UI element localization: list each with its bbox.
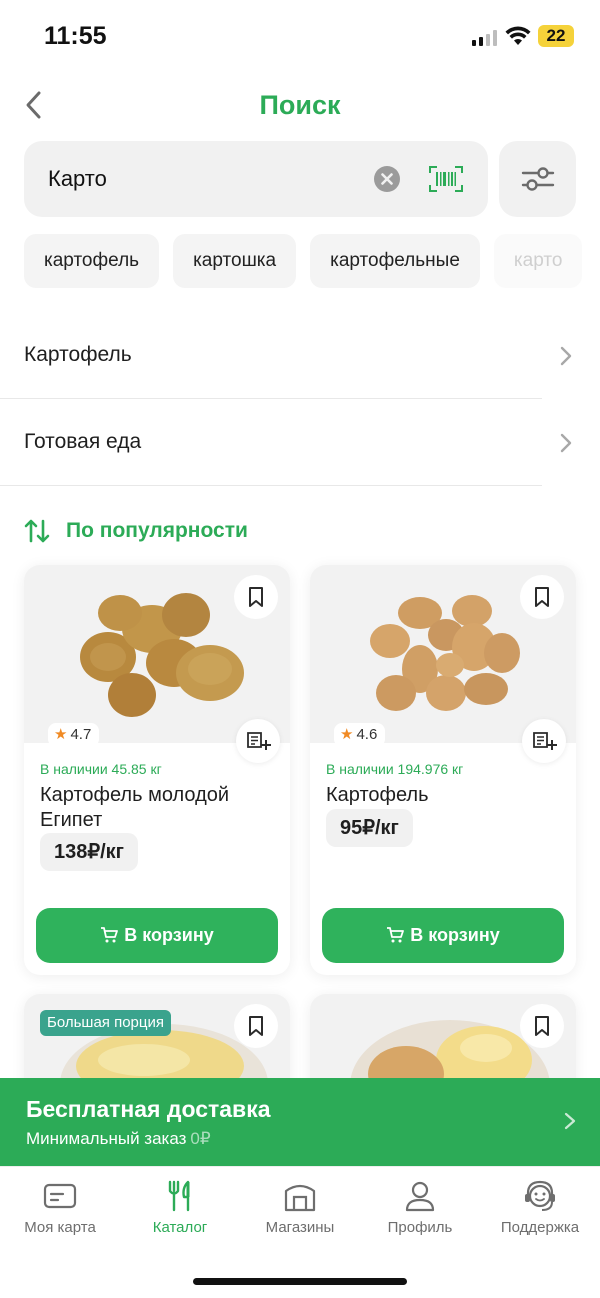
product-name: Картофель молодой Египет (40, 784, 230, 831)
category-label: Готовая еда (24, 430, 142, 453)
bookmark-button[interactable] (520, 1004, 564, 1048)
rating-badge: ★ 4.7 (48, 723, 100, 747)
fork-knife-icon (168, 1180, 190, 1212)
tab-stores[interactable]: Магазины (240, 1167, 360, 1247)
page-title: Поиск (259, 90, 341, 120)
list-add-icon (247, 732, 271, 750)
bookmark-icon (249, 587, 263, 607)
wifi-icon (505, 26, 531, 45)
delivery-min-label: Минимальный заказ (26, 1129, 187, 1148)
status-time: 11:55 (44, 22, 107, 50)
rating-badge: ★ 4.6 (334, 723, 386, 747)
tab-my-card[interactable]: Моя карта (0, 1167, 120, 1247)
store-icon (284, 1184, 316, 1212)
cart-button-label: В корзину (410, 925, 500, 945)
suggestion-chip[interactable]: карто (493, 234, 583, 288)
add-to-list-button[interactable] (236, 719, 280, 763)
battery-indicator: 22 (538, 25, 574, 47)
tab-support[interactable]: Поддержка (480, 1167, 600, 1247)
filter-button[interactable] (499, 141, 576, 217)
stock-info: В наличии 194.976 кг (326, 761, 464, 777)
sort-arrows-icon (24, 519, 50, 543)
delivery-subtitle: Минимальный заказ 0₽ (26, 1129, 211, 1149)
product-name: Картофель (326, 784, 429, 806)
support-icon (525, 1180, 555, 1211)
bookmark-button[interactable] (520, 575, 564, 619)
price-tag: 95₽/кг (326, 809, 413, 847)
category-row-ready-food[interactable]: Готовая еда (0, 400, 542, 486)
add-to-cart-button[interactable]: В корзину (36, 908, 278, 963)
tab-label: Моя карта (24, 1219, 96, 1236)
cart-icon (101, 927, 119, 943)
rating-value: 4.6 (356, 726, 378, 743)
chevron-right-icon (560, 433, 572, 453)
tab-label: Каталог (152, 1219, 208, 1236)
tab-profile[interactable]: Профиль (360, 1167, 480, 1247)
add-to-list-button[interactable] (522, 719, 566, 763)
bookmark-icon (249, 1016, 263, 1036)
person-icon (405, 1181, 435, 1212)
bookmark-button[interactable] (234, 575, 278, 619)
bookmark-button[interactable] (234, 1004, 278, 1048)
card-icon (43, 1183, 77, 1209)
chevron-right-icon (560, 346, 572, 366)
free-delivery-banner[interactable]: Бесплатная доставка Минимальный заказ 0₽ (0, 1078, 600, 1166)
search-input[interactable] (48, 161, 368, 197)
cart-button-label: В корзину (124, 925, 214, 945)
add-to-cart-button[interactable]: В корзину (322, 908, 564, 963)
status-bar: 11:55 22 (0, 0, 600, 74)
bookmark-icon (535, 1016, 549, 1036)
list-add-icon (533, 732, 557, 750)
clear-search-icon[interactable] (374, 166, 400, 192)
sort-label: По популярности (66, 519, 248, 542)
suggestion-chip[interactable]: картофель (24, 234, 160, 288)
tab-label: Магазины (265, 1219, 335, 1236)
suggestion-chip[interactable]: картошка (173, 234, 297, 288)
delivery-title: Бесплатная доставка (26, 1096, 271, 1122)
signal-icon (472, 30, 497, 46)
chevron-right-icon (564, 1112, 576, 1130)
product-card[interactable]: ★ 4.6 В наличии 194.976 кг Картофель 95₽/… (310, 565, 576, 975)
category-label: Картофель (24, 343, 132, 366)
delivery-min-value: 0₽ (190, 1129, 211, 1148)
bookmark-icon (535, 587, 549, 607)
tab-catalog[interactable]: Каталог (120, 1167, 240, 1247)
tab-label: Поддержка (500, 1219, 580, 1236)
suggestion-chips: картофель картошка картофельные карто (24, 234, 600, 288)
suggestion-chip[interactable]: картофельные (310, 234, 480, 288)
home-indicator (193, 1278, 407, 1285)
tab-label: Профиль (387, 1219, 453, 1236)
price-tag: 138₽/кг (40, 833, 138, 871)
barcode-scan-icon[interactable] (429, 165, 463, 193)
product-card[interactable]: ★ 4.7 В наличии 45.85 кг Картофель молодо… (24, 565, 290, 975)
stock-info: В наличии 45.85 кг (40, 761, 162, 777)
star-icon: ★ (340, 726, 354, 743)
header: Поиск (0, 74, 600, 138)
cart-icon (387, 927, 405, 943)
category-row-potato[interactable]: Картофель (0, 313, 542, 399)
filter-icon (521, 167, 555, 191)
search-box[interactable] (24, 141, 488, 217)
portion-badge: Большая порция (40, 1010, 171, 1036)
rating-value: 4.7 (70, 726, 92, 743)
star-icon: ★ (54, 726, 68, 743)
